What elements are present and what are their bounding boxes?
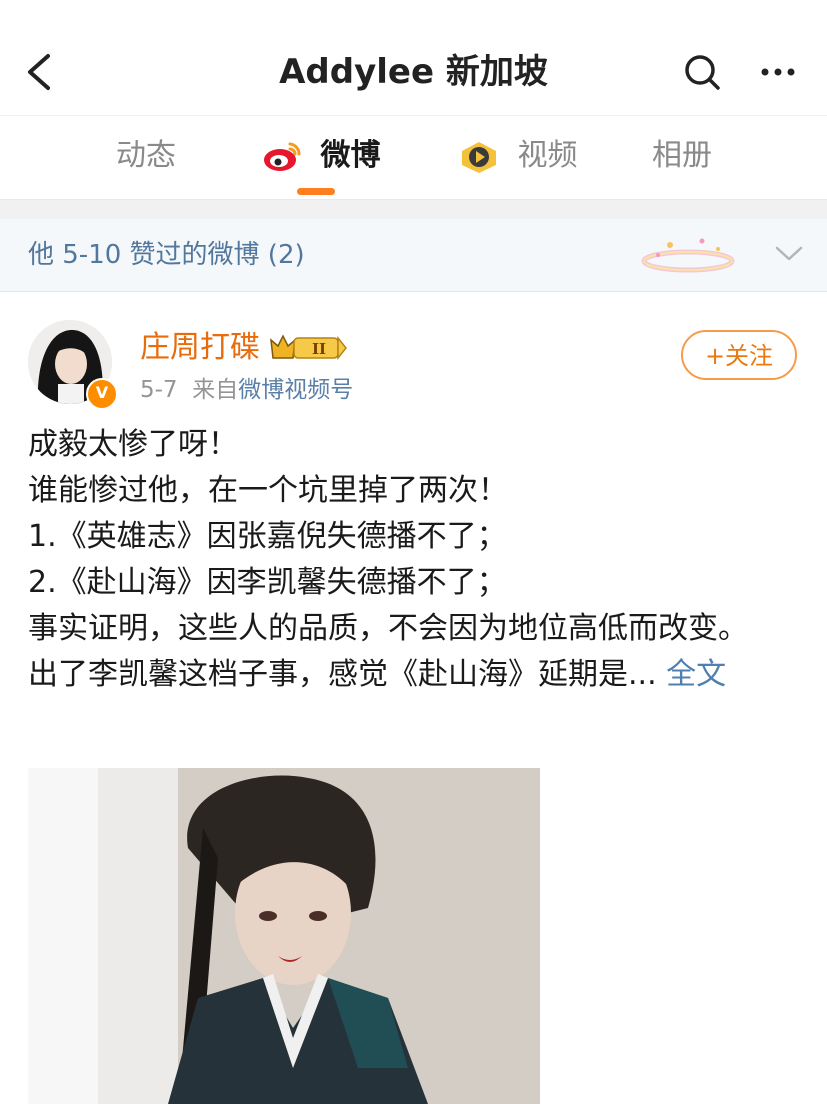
tab-video[interactable]: 视频: [458, 134, 578, 178]
post-truncated-text: 出了李凯馨这档子事，感觉《赴山海》延期是...: [28, 657, 657, 692]
rank-badge-text: II: [312, 340, 326, 358]
post-last-line: 出了李凯馨这档子事，感觉《赴山海》延期是... 全文: [28, 652, 808, 698]
expand-full-text-link[interactable]: 全文: [666, 657, 726, 692]
tab-dynamics[interactable]: 动态: [116, 134, 176, 178]
post-line: 谁能惨过他，在一个坑里掉了两次！: [28, 473, 508, 508]
liked-posts-bar[interactable]: 他 5-10 赞过的微博 (2): [0, 219, 827, 292]
more-dots-icon[interactable]: [758, 52, 798, 92]
weibo-logo-icon: [264, 142, 301, 171]
post-date: 5-7: [140, 377, 178, 403]
follow-button[interactable]: +关注: [681, 330, 797, 380]
post-line: 2.《赴山海》因李凯馨失德播不了；: [28, 565, 507, 600]
post-line: 事实证明，这些人的品质，不会因为地位高低而改变。: [28, 611, 748, 646]
tab-album[interactable]: 相册: [652, 134, 712, 178]
post-source-prefix: 来自: [192, 377, 239, 403]
section-divider: [0, 199, 827, 220]
post-image[interactable]: [28, 768, 540, 1104]
post-photo: [28, 768, 540, 1104]
crown-rank-badge-icon: II: [270, 334, 347, 361]
post-source-link[interactable]: 微博视频号: [238, 377, 353, 403]
tab-weibo[interactable]: 微博: [262, 134, 380, 178]
profile-tabs: 动态 微博 视频 相册: [0, 115, 827, 200]
video-play-icon: [462, 141, 496, 173]
sparkle-decoration-icon: [641, 238, 735, 273]
top-navigation-bar: Addylee 新加坡: [0, 0, 827, 115]
post-line: 成毅太惨了呀！: [28, 427, 238, 462]
tab-video-label: 视频: [517, 138, 578, 173]
post-author-name[interactable]: 庄周打碟: [140, 328, 260, 368]
liked-posts-label: 他 5-10 赞过的微博 (2): [28, 240, 305, 270]
tab-dynamics-label: 动态: [116, 138, 176, 173]
chevron-down-icon[interactable]: [772, 239, 806, 269]
tab-album-label: 相册: [652, 138, 712, 173]
post-line: 1.《英雄志》因张嘉倪失德播不了；: [28, 519, 507, 554]
active-tab-indicator: [297, 188, 335, 195]
post-content[interactable]: 成毅太惨了呀！ 谁能惨过他，在一个坑里掉了两次！ 1.《英雄志》因张嘉倪失德播不…: [28, 422, 808, 698]
tab-weibo-label: 微博: [320, 138, 381, 173]
verified-badge: V: [86, 378, 118, 410]
search-icon[interactable]: [682, 52, 722, 92]
post-meta: 5-7 来自微博视频号: [140, 374, 353, 406]
